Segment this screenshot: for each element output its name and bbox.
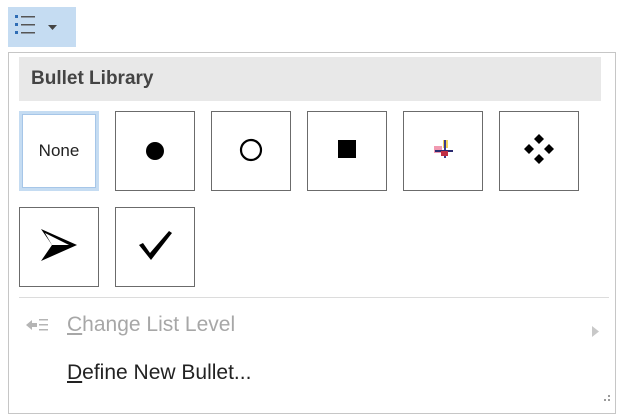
menu-separator [19,297,609,298]
bullet-library-panel: Bullet Library None Change List Level De… [8,52,616,414]
hollow-circle-icon [238,136,264,167]
filled-square-icon [337,139,357,164]
change-list-level-icon [25,315,49,341]
four-diamonds-icon [522,132,556,171]
bullet-option-hollow-circle[interactable] [211,111,291,191]
bullet-option-none[interactable]: None [19,111,99,191]
none-label: None [38,141,80,160]
define-new-bullet-item[interactable]: Define New Bullet... [13,353,609,393]
bullet-list-icon [14,12,40,43]
bullet-option-arrowhead[interactable] [19,207,99,287]
change-list-level-label: Change List Level [67,313,236,336]
resize-grip-icon[interactable] [599,391,611,409]
chevron-down-icon[interactable] [48,18,57,36]
chevron-right-icon [592,319,599,343]
bullets-button[interactable] [8,7,76,47]
arrowhead-icon [39,227,79,268]
section-title: Bullet Library [19,57,601,101]
bullet-option-filled-square[interactable] [307,111,387,191]
bullet-option-color-cross[interactable] [403,111,483,191]
bullet-option-checkmark[interactable] [115,207,195,287]
bullet-option-four-diamonds[interactable] [499,111,579,191]
bullet-option-filled-circle[interactable] [115,111,195,191]
checkmark-icon [135,227,175,268]
filled-circle-icon [143,137,167,166]
define-new-bullet-label: Define New Bullet... [67,361,252,384]
change-list-level-item[interactable]: Change List Level [13,305,609,345]
color-cross-icon [431,137,455,166]
